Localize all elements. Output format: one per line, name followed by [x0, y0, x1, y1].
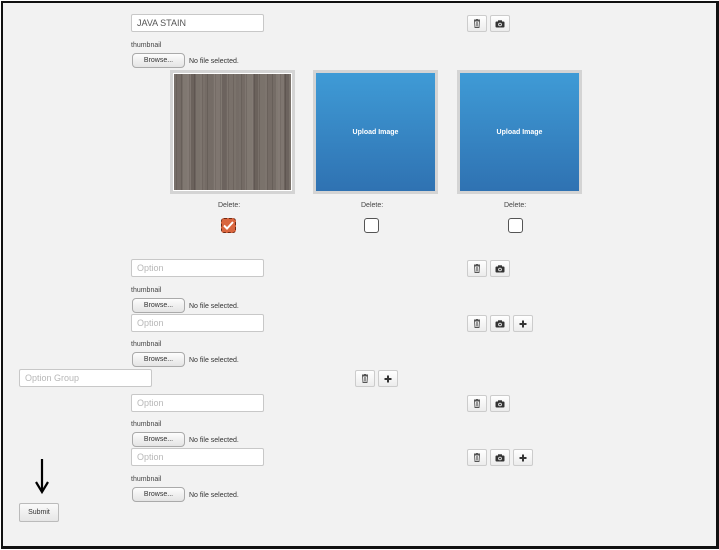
checkmark-icon [223, 221, 234, 230]
image-thumbnail-2[interactable]: Upload Image [313, 70, 438, 194]
option-input[interactable] [131, 394, 264, 412]
form-container: thumbnail Browse... No file selected. Up… [1, 1, 719, 549]
no-file-text: No file selected. [189, 303, 239, 310]
add-image-button[interactable] [490, 395, 510, 412]
thumbnail-label: thumbnail [131, 341, 162, 348]
no-file-text: No file selected. [189, 357, 239, 364]
add-option-button[interactable] [513, 449, 533, 466]
add-image-button[interactable] [490, 15, 510, 32]
camera-icon [495, 453, 505, 461]
delete-button[interactable] [467, 395, 487, 412]
browse-button[interactable]: Browse... [132, 432, 185, 447]
delete-checkbox[interactable] [364, 218, 379, 233]
upload-image-button[interactable]: Upload Image [316, 73, 435, 191]
no-file-text: No file selected. [189, 492, 239, 499]
delete-checkbox[interactable] [508, 218, 523, 233]
browse-button[interactable]: Browse... [132, 298, 185, 313]
plus-icon [384, 375, 392, 382]
delete-group-button[interactable] [355, 370, 375, 387]
delete-label: Delete: [218, 202, 241, 209]
trash-icon [474, 453, 480, 462]
plus-icon [519, 454, 527, 461]
thumbnail-label: thumbnail [131, 421, 162, 428]
thumbnail-label: thumbnail [131, 287, 162, 294]
trash-icon [474, 399, 480, 408]
submit-button[interactable]: Submit [19, 503, 59, 522]
add-image-button[interactable] [490, 315, 510, 332]
delete-button[interactable] [467, 315, 487, 332]
thumbnail-label: thumbnail [131, 42, 162, 49]
image-thumbnail-1 [170, 70, 295, 194]
add-image-button[interactable] [490, 449, 510, 466]
option-input[interactable] [131, 314, 264, 332]
browse-button[interactable]: Browse... [132, 53, 185, 68]
thumbnail-label: thumbnail [131, 476, 162, 483]
delete-button[interactable] [467, 260, 487, 277]
arrow-down-icon [35, 459, 49, 495]
delete-label: Delete: [361, 202, 384, 209]
camera-icon [495, 399, 505, 407]
add-option-button[interactable] [513, 315, 533, 332]
trash-icon [474, 264, 480, 273]
delete-button[interactable] [467, 449, 487, 466]
upload-image-label: Upload Image [496, 128, 543, 136]
browse-button[interactable]: Browse... [132, 487, 185, 502]
plus-icon [519, 320, 527, 327]
image-thumbnail-3[interactable]: Upload Image [457, 70, 582, 194]
camera-icon [495, 319, 505, 327]
delete-checkbox[interactable] [221, 218, 236, 233]
delete-button[interactable] [467, 15, 487, 32]
add-image-button[interactable] [490, 260, 510, 277]
camera-icon [495, 19, 505, 27]
wood-texture-image [174, 74, 291, 190]
browse-button[interactable]: Browse... [132, 352, 185, 367]
camera-icon [495, 264, 505, 272]
item-name-input[interactable] [131, 14, 264, 32]
no-file-text: No file selected. [189, 58, 239, 65]
trash-icon [362, 374, 368, 383]
no-file-text: No file selected. [189, 437, 239, 444]
option-input[interactable] [131, 448, 264, 466]
add-group-button[interactable] [378, 370, 398, 387]
trash-icon [474, 319, 480, 328]
upload-image-button[interactable]: Upload Image [460, 73, 579, 191]
delete-label: Delete: [504, 202, 527, 209]
upload-image-label: Upload Image [352, 128, 399, 136]
option-group-input[interactable] [19, 369, 152, 387]
option-input[interactable] [131, 259, 264, 277]
trash-icon [474, 19, 480, 28]
